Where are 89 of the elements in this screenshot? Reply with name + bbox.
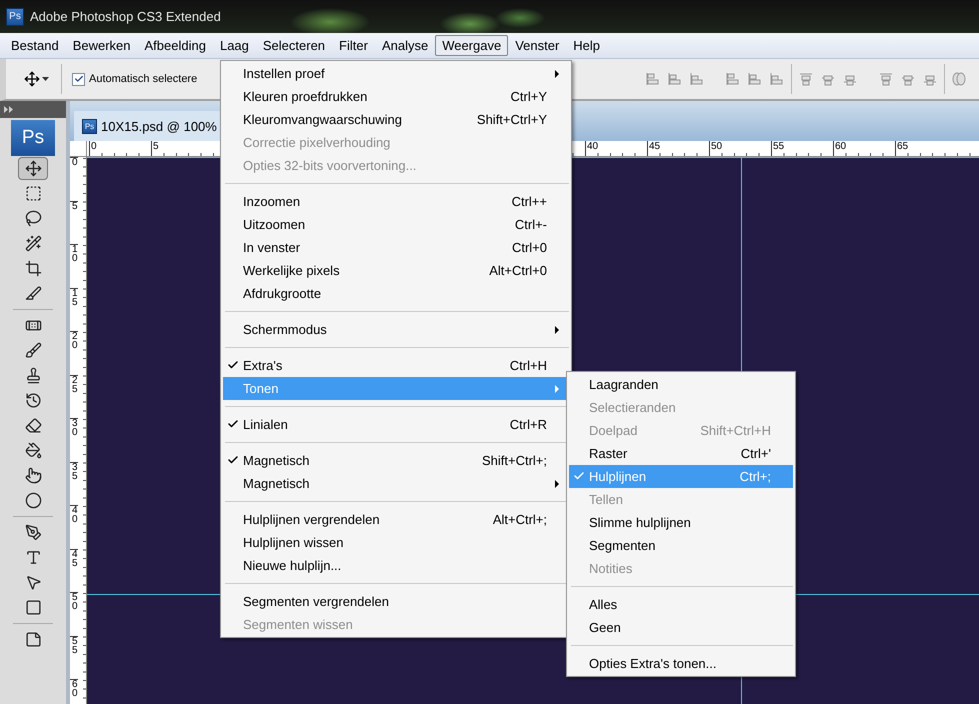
ruler-label: 20 [70, 331, 78, 350]
app-logo: Ps [11, 120, 55, 156]
check-icon [573, 470, 585, 482]
menu-item[interactable]: In venster Ctrl+0 [223, 236, 569, 259]
menu-item[interactable]: Inzoomen Ctrl++ [223, 190, 569, 213]
menu-item[interactable]: Geen [569, 616, 793, 639]
menu-item[interactable]: Opties Extra's tonen... [569, 652, 793, 675]
ruler-label: 5 [70, 200, 78, 210]
menu-item[interactable]: Extra's Ctrl+H [223, 354, 569, 377]
rounded-rectangle-icon [24, 599, 42, 616]
menu-title[interactable]: Help [566, 35, 608, 56]
menu-item[interactable]: Werkelijke pixels Alt+Ctrl+0 [223, 259, 569, 282]
paint-bucket-icon [24, 442, 42, 459]
menu-item[interactable]: Kleuromvangwaarschuwing Shift+Ctrl+Y [223, 108, 569, 131]
lasso-icon [24, 210, 42, 227]
tool-button[interactable] [18, 157, 48, 180]
ruler-label: 60 [833, 141, 846, 156]
menu-item[interactable]: Laagranden [569, 373, 793, 396]
move-icon [24, 71, 40, 87]
ruler-label: 35 [70, 462, 78, 480]
menu-item[interactable]: Hulplijnen vergrendelen Alt+Ctrl+; [223, 508, 569, 531]
circle-icon [24, 492, 42, 509]
ruler-label: 45 [647, 141, 660, 156]
history-icon [24, 392, 42, 409]
menu-item[interactable]: Magnetisch [223, 472, 569, 495]
move-icon [24, 160, 42, 177]
ruler-label: 55 [771, 141, 784, 156]
arrow-icon [24, 574, 42, 591]
menu-title[interactable]: Analyse [374, 35, 436, 56]
menu-item[interactable]: Afdrukgrootte [223, 282, 569, 305]
ruler-label: 40 [585, 141, 598, 156]
ruler-label: 15 [70, 288, 78, 306]
menu-title[interactable]: Venster [508, 35, 566, 56]
ruler-label: 45 [70, 548, 78, 568]
menu-title[interactable]: Afbeelding [138, 35, 213, 56]
ruler-label: 30 [70, 418, 78, 437]
ruler-label: 40 [70, 505, 78, 524]
ruler-label: 0 [89, 141, 97, 156]
menu-item[interactable]: Segmenten vergrendelen [223, 590, 569, 613]
menu-title[interactable]: Filter [332, 35, 375, 56]
check-icon [74, 74, 84, 84]
pen-icon [24, 524, 42, 541]
check-icon [227, 418, 239, 430]
menu-item[interactable]: Raster Ctrl+' [569, 442, 793, 465]
menu-item[interactable]: Nieuwe hulplijn... [223, 554, 569, 577]
expand-icon[interactable] [4, 106, 13, 113]
menu-title[interactable]: Bewerken [66, 35, 138, 56]
menu-item[interactable]: Kleuren proefdrukken Ctrl+Y [223, 85, 569, 108]
ruler-label: 65 [895, 141, 908, 156]
knife-icon [24, 285, 42, 302]
ruler-label: 25 [70, 374, 78, 394]
menu-item[interactable]: Hulplijnen wissen [223, 531, 569, 554]
menu-item[interactable]: Alles [569, 593, 793, 616]
menu-title[interactable]: Weergave [435, 35, 508, 56]
menu-item[interactable]: Linialen Ctrl+R [223, 413, 569, 436]
menu-item[interactable]: Slimme hulplijnen [569, 511, 793, 534]
ruler-label: 5 [151, 141, 159, 156]
note-icon [24, 631, 42, 648]
stamp-icon [24, 367, 42, 384]
auto-select-checkbox[interactable]: Automatisch selectere [72, 72, 198, 86]
app-icon: Ps [6, 8, 24, 26]
ruler-label: 0 [70, 157, 78, 167]
ruler-label: 50 [70, 592, 78, 611]
menu-item[interactable]: Segmenten [569, 534, 793, 557]
eraser-icon [24, 417, 42, 434]
window-title: Adobe Photoshop CS3 Extended [30, 9, 221, 24]
ruler-label: 55 [70, 636, 78, 654]
file-icon: Ps [82, 118, 97, 134]
dashed-square-icon [24, 185, 42, 202]
document-title: 10X15.psd @ 100% [101, 118, 217, 134]
type-icon [24, 549, 42, 566]
crop-icon [24, 260, 42, 277]
check-icon [227, 359, 239, 371]
menu-item[interactable]: Instellen proef [223, 62, 569, 85]
caret-icon [42, 77, 49, 81]
menu-item[interactable]: Schermmodus [223, 318, 569, 341]
menu-item[interactable]: Magnetisch Shift+Ctrl+; [223, 449, 569, 472]
tool-preset-button[interactable] [22, 69, 51, 89]
magic-wand-icon [24, 235, 42, 252]
check-icon [227, 454, 239, 466]
ruler-label: 50 [709, 141, 722, 156]
finger-icon [24, 467, 42, 484]
ruler-label: 10 [70, 244, 78, 263]
menu-item[interactable]: Uitzoomen Ctrl+- [223, 213, 569, 236]
brush-icon [24, 342, 42, 359]
menu-title[interactable]: Bestand [4, 35, 66, 56]
menu-title[interactable]: Laag [212, 35, 256, 56]
ruler-label: 60 [70, 679, 78, 698]
menu-title[interactable]: Selecteren [256, 35, 332, 56]
